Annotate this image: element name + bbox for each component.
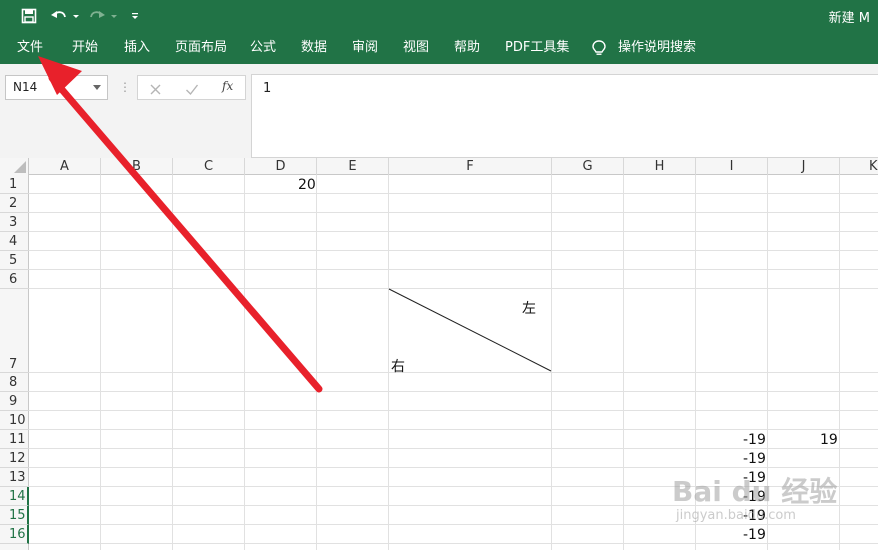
worksheet-grid[interactable]: A B C D E F G H I J K 1 2 3 4 5 6 7 8 9 … <box>0 158 878 550</box>
ribbon-tabs: 文件 开始 插入 页面布局 公式 数据 审阅 视图 帮助 PDF工具集 操作说明… <box>0 32 878 64</box>
tab-insert[interactable]: 插入 <box>124 40 150 56</box>
tab-file[interactable]: 文件 <box>17 40 43 56</box>
tab-review[interactable]: 审阅 <box>352 40 378 56</box>
cell-i11[interactable]: -19 <box>743 432 766 448</box>
cell-f7-label-bottom: 右 <box>391 359 405 375</box>
insert-function-icon[interactable]: fx <box>222 79 233 93</box>
chevron-down-icon[interactable] <box>93 85 101 90</box>
tab-help[interactable]: 帮助 <box>454 40 480 56</box>
tab-formulas[interactable]: 公式 <box>250 40 276 56</box>
excel-window: 新建 M 文件 开始 插入 页面布局 公式 数据 审阅 视图 帮助 PDF工具集… <box>0 0 878 550</box>
cell-i16[interactable]: -19 <box>743 527 766 543</box>
redo-icon[interactable] <box>86 4 118 28</box>
formula-bar[interactable]: 1 <box>251 74 878 158</box>
lightbulb-icon[interactable] <box>592 40 606 61</box>
cell-j11[interactable]: 19 <box>820 432 838 448</box>
formula-area: N14 ⋮ fx 1 <box>0 64 878 158</box>
cancel-icon[interactable] <box>149 81 162 100</box>
save-icon[interactable] <box>18 4 40 28</box>
tell-me-search[interactable]: 操作说明搜索 <box>618 40 696 56</box>
cell-f7-label-top: 左 <box>522 301 536 317</box>
tab-view[interactable]: 视图 <box>403 40 429 56</box>
name-box[interactable]: N14 <box>5 75 108 100</box>
customize-qat-icon[interactable] <box>128 4 142 28</box>
cell-d1[interactable]: 20 <box>298 177 316 193</box>
title-bar: 新建 M <box>0 0 878 32</box>
tab-page-layout[interactable]: 页面布局 <box>175 40 227 56</box>
tab-pdf-tools[interactable]: PDF工具集 <box>505 40 569 56</box>
undo-icon[interactable] <box>48 4 80 28</box>
tab-home[interactable]: 开始 <box>72 40 98 56</box>
check-icon[interactable] <box>185 81 199 100</box>
name-box-value: N14 <box>13 80 38 94</box>
watermark: Bai du 经验 <box>672 475 838 508</box>
formula-bar-grip: ⋮ <box>119 80 131 94</box>
tab-data[interactable]: 数据 <box>301 40 327 56</box>
formula-bar-value: 1 <box>263 81 272 96</box>
formula-buttons: fx <box>137 75 246 100</box>
watermark-url: jingyan.baidu.com <box>676 508 796 523</box>
window-title: 新建 M <box>828 11 870 26</box>
cell-i12[interactable]: -19 <box>743 451 766 467</box>
